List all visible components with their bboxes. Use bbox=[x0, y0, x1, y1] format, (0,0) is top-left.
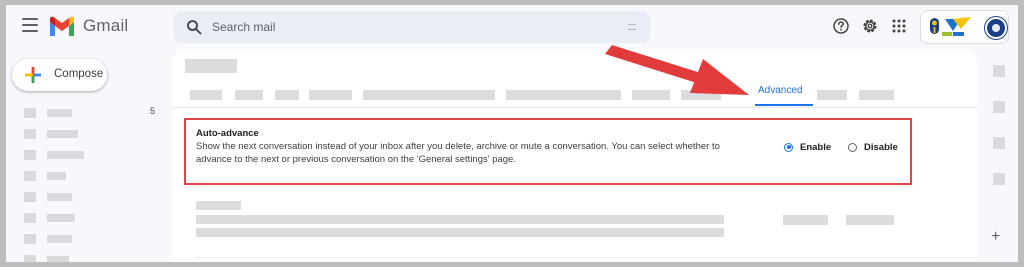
sidebar-item-label bbox=[47, 172, 66, 180]
settings-tab[interactable] bbox=[632, 90, 670, 100]
main-menu-icon[interactable] bbox=[22, 18, 38, 32]
sidebar-item-count: 5 bbox=[150, 106, 156, 116]
sidebar-item-icon bbox=[24, 192, 36, 202]
settings-tab[interactable] bbox=[275, 90, 299, 100]
tab-advanced[interactable]: Advanced bbox=[758, 85, 802, 96]
row-divider bbox=[196, 257, 976, 258]
setting-description-placeholder bbox=[196, 228, 724, 237]
sidebar-item-icon bbox=[24, 255, 36, 262]
settings-tab[interactable] bbox=[190, 90, 222, 100]
highlight-box bbox=[184, 118, 912, 185]
settings-tab[interactable] bbox=[235, 90, 263, 100]
setting-description-placeholder bbox=[196, 215, 724, 224]
compose-button[interactable]: Compose bbox=[12, 59, 107, 91]
sidebar-item-icon bbox=[24, 129, 36, 139]
side-panel-icon[interactable] bbox=[993, 65, 1005, 77]
gmail-window: Gmail Search mail Compose 5 Advanced Aut… bbox=[6, 5, 1018, 262]
sidebar-item-icon bbox=[24, 171, 36, 181]
active-tab-indicator bbox=[755, 104, 813, 106]
search-input[interactable] bbox=[212, 11, 612, 43]
setting-title-placeholder bbox=[196, 201, 241, 210]
settings-tab[interactable] bbox=[309, 90, 352, 100]
sidebar-item-label bbox=[47, 130, 78, 138]
account-switcher[interactable] bbox=[920, 10, 1009, 44]
gmail-logo[interactable] bbox=[48, 15, 76, 37]
search-icon[interactable] bbox=[186, 19, 202, 35]
sidebar-item-label bbox=[47, 193, 72, 201]
app-title[interactable]: Gmail bbox=[83, 16, 128, 36]
settings-tab[interactable] bbox=[817, 90, 847, 100]
compose-label: Compose bbox=[54, 68, 104, 80]
settings-tab[interactable] bbox=[506, 90, 621, 100]
avatar[interactable] bbox=[985, 17, 1007, 39]
page-title bbox=[185, 59, 237, 73]
sidebar-item-label bbox=[47, 151, 84, 159]
tabs-divider bbox=[172, 107, 977, 108]
settings-tab[interactable] bbox=[363, 90, 495, 100]
settings-tab[interactable] bbox=[681, 90, 721, 100]
settings-tab[interactable] bbox=[859, 90, 894, 100]
search-bar[interactable] bbox=[174, 11, 650, 43]
gear-icon[interactable] bbox=[861, 17, 879, 35]
sidebar-item-icon bbox=[24, 150, 36, 160]
settings-panel: Advanced Auto-advance Show the next conv… bbox=[172, 49, 977, 262]
sidebar-item-icon bbox=[24, 108, 36, 118]
sidebar-item-label bbox=[47, 214, 75, 222]
sidebar-item-label bbox=[47, 109, 72, 117]
sidebar-item-label bbox=[47, 235, 72, 243]
plus-icon bbox=[25, 67, 41, 83]
sidebar-item-icon bbox=[24, 234, 36, 244]
sidebar-item-icon bbox=[24, 213, 36, 223]
side-panel-icon[interactable] bbox=[993, 137, 1005, 149]
side-panel-icon[interactable] bbox=[993, 101, 1005, 113]
help-icon[interactable] bbox=[832, 17, 850, 35]
radio-option-placeholder[interactable] bbox=[783, 215, 828, 225]
top-bar: Gmail bbox=[6, 5, 1018, 49]
side-panel: + bbox=[977, 49, 1018, 262]
radio-option-placeholder[interactable] bbox=[846, 215, 894, 225]
side-panel-icon[interactable] bbox=[993, 173, 1005, 185]
organization-logo bbox=[930, 17, 971, 36]
apps-grid-icon[interactable] bbox=[890, 17, 908, 35]
add-addon-icon[interactable]: + bbox=[991, 229, 1000, 245]
sidebar-item-label bbox=[47, 256, 69, 262]
search-options-icon[interactable] bbox=[628, 24, 636, 30]
